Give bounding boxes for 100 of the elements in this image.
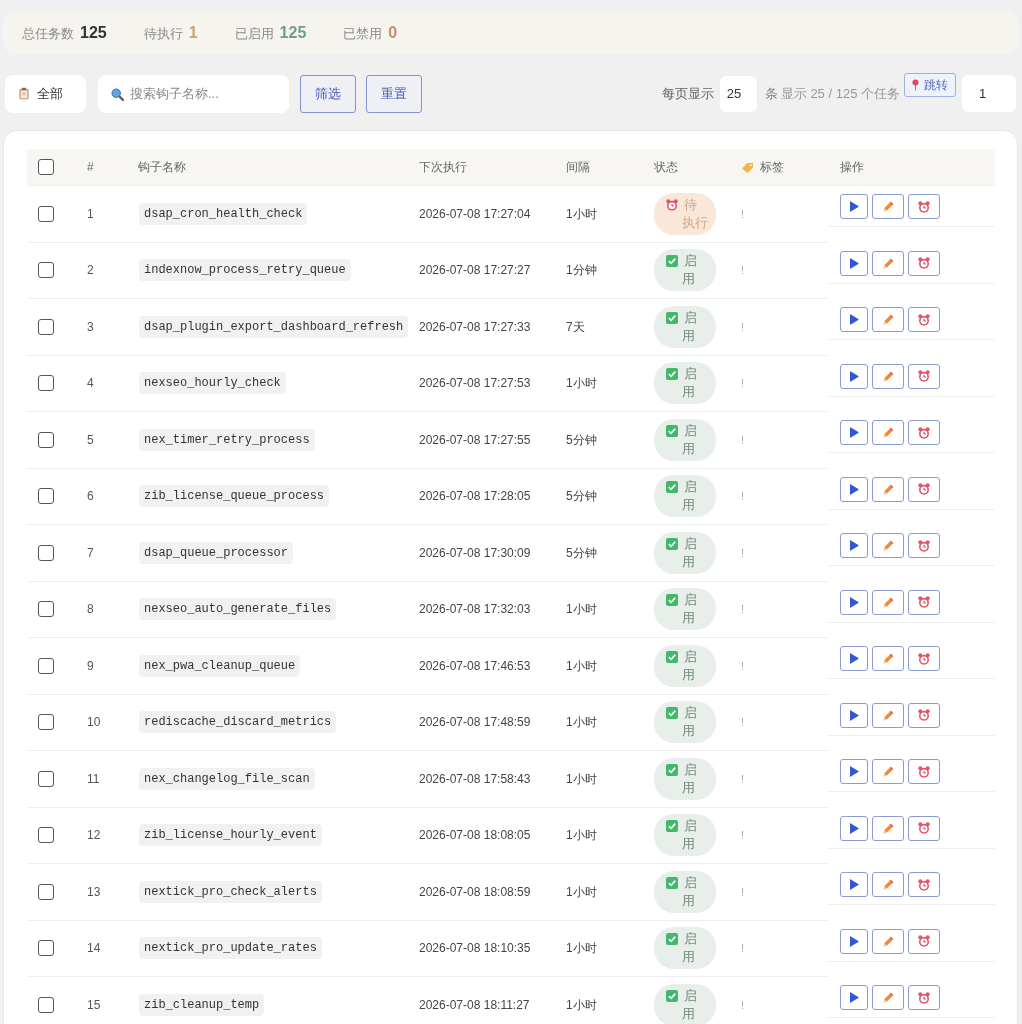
checkbox[interactable] xyxy=(38,318,54,335)
alarm-clock-icon xyxy=(918,483,930,495)
alarm-clock-button[interactable] xyxy=(908,985,940,1010)
alarm-clock-button[interactable] xyxy=(908,872,940,897)
checkbox[interactable] xyxy=(38,205,54,222)
alarm-clock-button[interactable] xyxy=(908,589,940,615)
hook-name: nex_timer_retry_process xyxy=(139,428,315,451)
alarm-clock-button[interactable] xyxy=(908,533,940,558)
play-button[interactable] xyxy=(840,363,868,389)
play-button[interactable] xyxy=(840,589,868,615)
play-icon xyxy=(849,483,859,495)
checkbox[interactable] xyxy=(38,996,54,1013)
play-button[interactable] xyxy=(840,759,868,784)
check-mark-icon xyxy=(666,933,678,946)
edit-button[interactable] xyxy=(872,985,904,1010)
pencil-icon xyxy=(882,201,894,212)
alarm-clock-button[interactable] xyxy=(908,420,940,445)
checkbox[interactable] xyxy=(38,375,54,392)
checkbox[interactable] xyxy=(38,262,54,279)
interval-text: 5分钟 xyxy=(566,431,597,449)
edit-button[interactable] xyxy=(872,420,904,445)
checkbox[interactable] xyxy=(38,827,54,844)
search-field[interactable]: 搜索钩子名称... xyxy=(98,74,289,113)
stat-value: 125 xyxy=(80,23,107,43)
page-number-field[interactable]: 1 xyxy=(962,75,1016,112)
alarm-clock-icon xyxy=(918,426,930,439)
edit-button[interactable] xyxy=(872,815,904,841)
tag-text: ! xyxy=(741,489,745,504)
play-button[interactable] xyxy=(840,420,868,445)
hook-name: dsap_plugin_export_dashboard_refresh xyxy=(139,315,409,338)
alarm-clock-button[interactable] xyxy=(908,759,940,784)
checkbox[interactable] xyxy=(38,657,54,674)
checkbox[interactable] xyxy=(38,601,54,618)
alarm-clock-icon xyxy=(918,652,930,665)
checkbox[interactable] xyxy=(38,159,54,175)
filter-button[interactable]: 筛选 xyxy=(300,74,356,113)
edit-button[interactable] xyxy=(872,872,904,897)
checkbox[interactable] xyxy=(38,940,54,957)
scope-dropdown[interactable]: 全部 xyxy=(5,74,86,113)
alarm-clock-button[interactable] xyxy=(908,815,940,841)
play-button[interactable] xyxy=(840,872,868,897)
edit-button[interactable] xyxy=(872,250,904,276)
checkbox[interactable] xyxy=(38,770,54,787)
alarm-clock-button[interactable] xyxy=(908,702,940,728)
edit-button[interactable] xyxy=(872,646,904,671)
play-button[interactable] xyxy=(840,928,868,954)
play-button[interactable] xyxy=(840,307,868,332)
status-text: 待执行 xyxy=(682,195,709,232)
checkbox[interactable] xyxy=(38,488,54,505)
column-header: 钩子名称 xyxy=(138,159,186,176)
edit-button[interactable] xyxy=(872,928,904,954)
pencil-icon xyxy=(882,370,894,382)
checkbox[interactable] xyxy=(38,544,54,561)
play-button[interactable] xyxy=(840,533,868,558)
next-run-time: 2026-07-08 17:27:27 xyxy=(419,262,531,280)
hook-name: nexseo_auto_generate_files xyxy=(139,598,337,621)
alarm-clock-button[interactable] xyxy=(908,194,940,219)
play-icon xyxy=(849,935,859,947)
play-button[interactable] xyxy=(840,985,868,1010)
edit-button[interactable] xyxy=(872,533,904,558)
row-number: 4 xyxy=(87,375,94,393)
column-header: 间隔 xyxy=(566,159,590,176)
checkbox[interactable] xyxy=(38,714,54,731)
alarm-clock-button[interactable] xyxy=(908,250,940,276)
stat-label: 已禁用 xyxy=(343,25,383,43)
play-button[interactable] xyxy=(840,250,868,276)
edit-button[interactable] xyxy=(872,194,904,219)
alarm-clock-button[interactable] xyxy=(908,476,940,502)
jump-button[interactable]: 跳转 xyxy=(904,73,956,97)
hook-name: nextick_pro_update_rates xyxy=(139,937,322,960)
play-button[interactable] xyxy=(840,702,868,728)
checkbox[interactable] xyxy=(38,883,54,900)
play-button[interactable] xyxy=(840,646,868,671)
reset-button[interactable]: 重置 xyxy=(366,74,422,113)
next-run-time: 2026-07-08 17:27:55 xyxy=(419,431,531,449)
edit-button[interactable] xyxy=(872,589,904,615)
check-mark-icon xyxy=(666,763,678,776)
edit-button[interactable] xyxy=(872,759,904,784)
row-number: 7 xyxy=(87,544,94,562)
edit-button[interactable] xyxy=(872,476,904,502)
alarm-clock-button[interactable] xyxy=(908,363,940,389)
edit-button[interactable] xyxy=(872,307,904,332)
play-button[interactable] xyxy=(840,476,868,502)
alarm-clock-icon xyxy=(918,765,930,778)
interval-text: 1小时 xyxy=(566,883,597,901)
page-size-field[interactable]: 25 xyxy=(719,75,757,112)
alarm-clock-button[interactable] xyxy=(908,307,940,332)
interval-text: 1小时 xyxy=(566,205,597,223)
play-button[interactable] xyxy=(840,194,868,219)
edit-button[interactable] xyxy=(872,702,904,728)
edit-button[interactable] xyxy=(872,363,904,389)
next-run-time: 2026-07-08 17:48:59 xyxy=(419,714,531,732)
checkbox[interactable] xyxy=(38,431,54,448)
play-button[interactable] xyxy=(840,815,868,841)
interval-text: 1小时 xyxy=(566,601,597,619)
next-run-time: 2026-07-08 18:08:05 xyxy=(419,827,531,845)
alarm-clock-icon xyxy=(918,822,930,834)
interval-text: 1小时 xyxy=(566,770,597,788)
alarm-clock-button[interactable] xyxy=(908,646,940,671)
alarm-clock-button[interactable] xyxy=(908,928,940,954)
